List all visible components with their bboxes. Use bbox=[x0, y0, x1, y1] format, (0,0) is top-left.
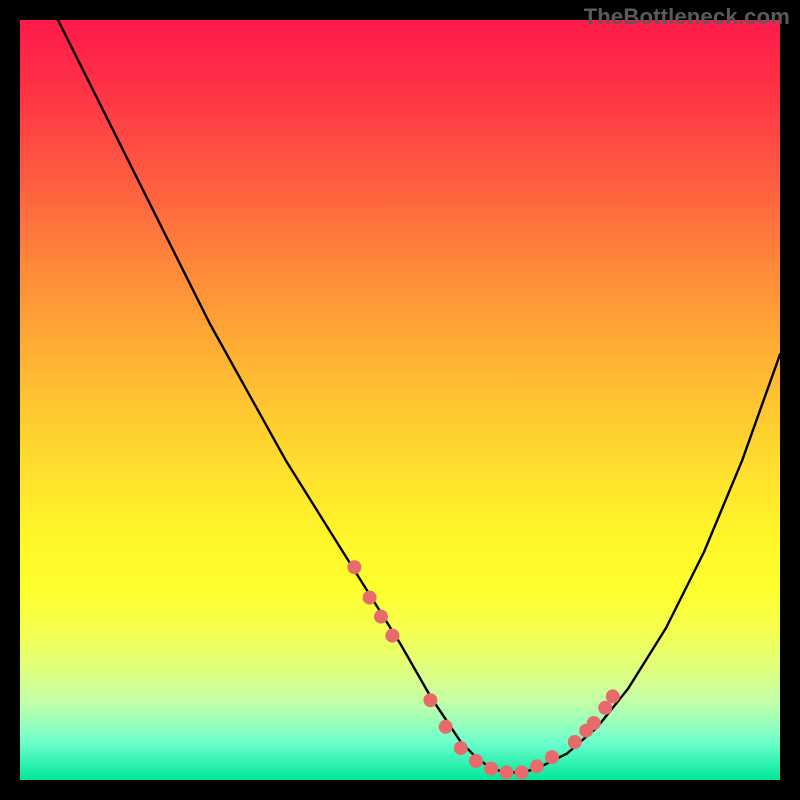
data-marker bbox=[484, 762, 498, 776]
data-marker bbox=[515, 765, 529, 779]
data-marker bbox=[347, 560, 361, 574]
data-marker bbox=[499, 765, 513, 779]
plot-area bbox=[20, 20, 780, 780]
data-marker bbox=[469, 754, 483, 768]
data-marker bbox=[530, 759, 544, 773]
data-marker bbox=[598, 701, 612, 715]
data-marker bbox=[374, 610, 388, 624]
watermark-text: TheBottleneck.com bbox=[584, 4, 790, 30]
data-marker bbox=[363, 591, 377, 605]
data-marker bbox=[545, 750, 559, 764]
data-marker bbox=[606, 689, 620, 703]
chart-frame: TheBottleneck.com bbox=[0, 0, 800, 800]
data-marker bbox=[568, 735, 582, 749]
data-marker bbox=[385, 629, 399, 643]
data-marker bbox=[587, 716, 601, 730]
bottleneck-curve bbox=[58, 20, 780, 772]
data-marker bbox=[423, 693, 437, 707]
data-marker bbox=[454, 741, 468, 755]
chart-svg bbox=[20, 20, 780, 780]
data-marker bbox=[439, 720, 453, 734]
